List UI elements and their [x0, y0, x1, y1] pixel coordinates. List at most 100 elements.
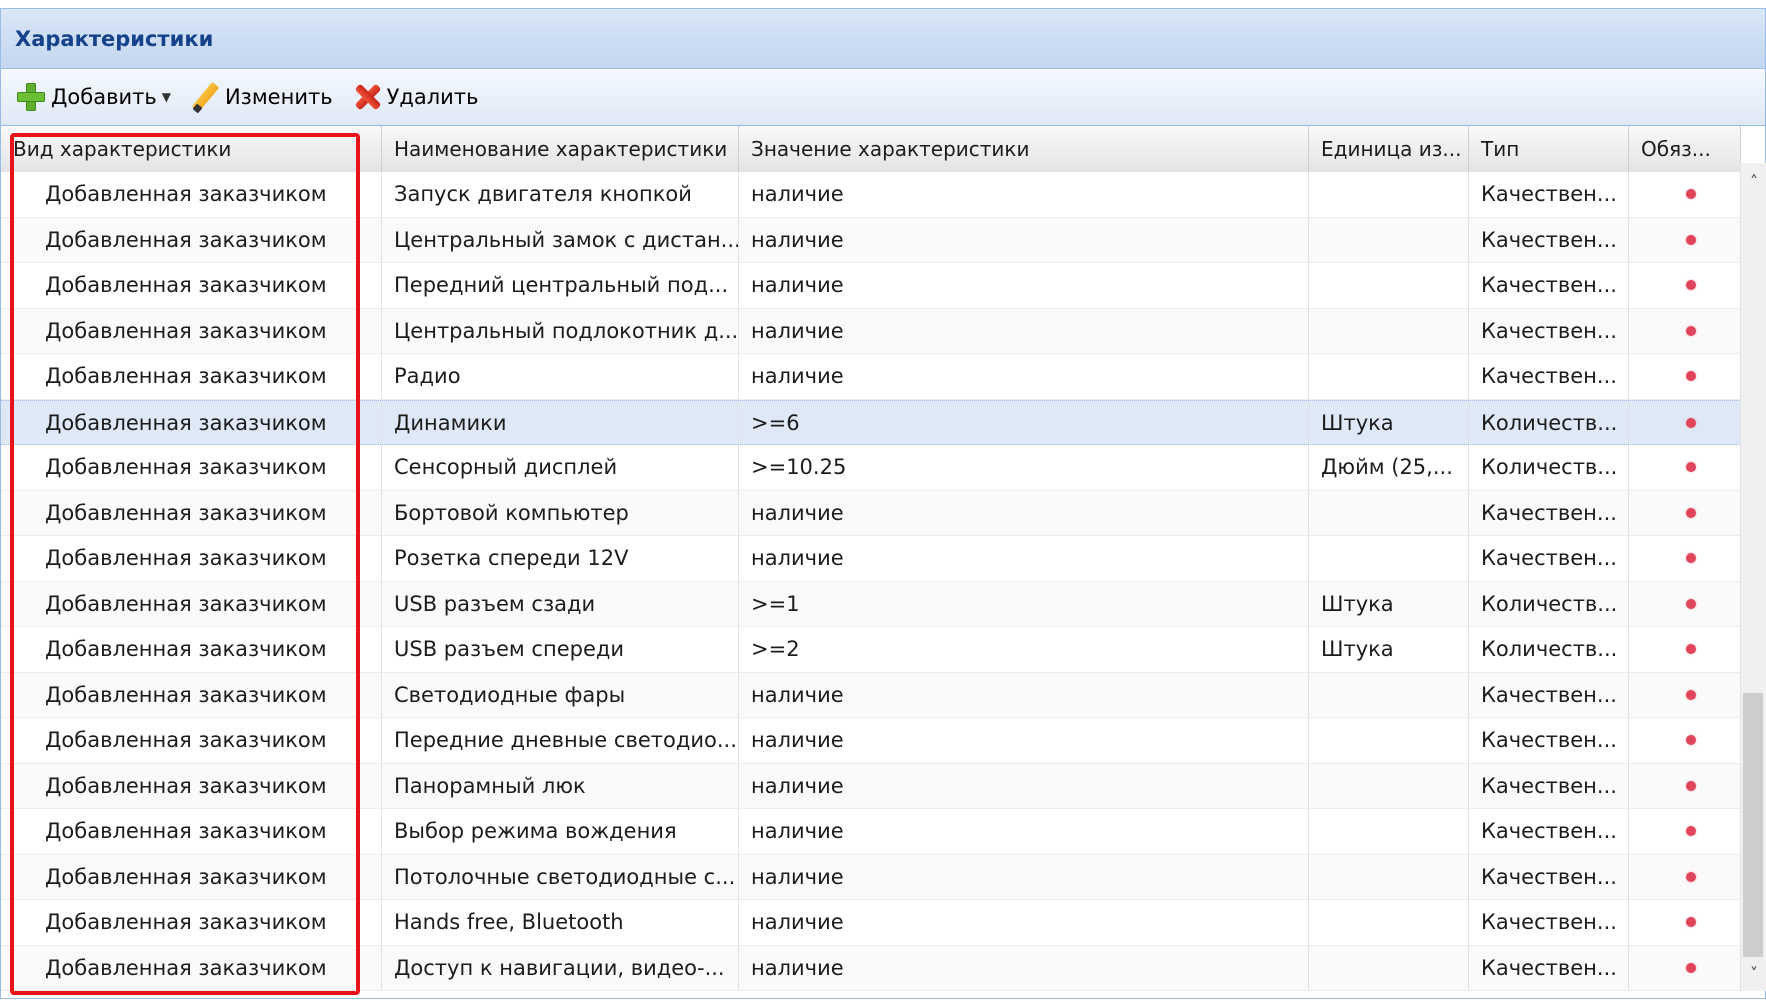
column-header-required[interactable]: Обяз...	[1629, 126, 1741, 172]
cell-value: наличие	[739, 900, 1309, 945]
cell-required	[1629, 536, 1741, 581]
required-dot-icon	[1685, 871, 1696, 882]
cell-unit	[1309, 672, 1469, 717]
cell-value: наличие	[739, 718, 1309, 763]
cell-type: Качествен...	[1469, 900, 1629, 945]
table-row[interactable]: Добавленная заказчиком Светодиодные фары н…	[1, 672, 1741, 718]
table-row[interactable]: Добавленная заказчиком USB разъем сзади >=…	[1, 581, 1741, 627]
cell-required	[1629, 854, 1741, 899]
cell-required	[1629, 627, 1741, 672]
table-row[interactable]: Добавленная заказчиком Радио наличие Качест…	[1, 354, 1741, 400]
pencil-icon	[189, 81, 221, 113]
column-header-unit[interactable]: Единица из...	[1309, 126, 1469, 172]
cell-type: Качествен...	[1469, 217, 1629, 262]
column-header-value[interactable]: Значение характеристики	[739, 126, 1309, 172]
cell-kind: Добавленная заказчиком	[1, 536, 382, 581]
table-row[interactable]: Добавленная заказчиком Сенсорный дисплей >…	[1, 445, 1741, 491]
cell-unit	[1309, 217, 1469, 262]
cell-kind: Добавленная заказчиком	[1, 308, 382, 353]
required-dot-icon	[1685, 644, 1696, 654]
table-row[interactable]: Добавленная заказчиком Выбор режима вожде…	[1, 809, 1741, 855]
cell-required	[1629, 672, 1741, 717]
cell-value: наличие	[739, 308, 1309, 353]
panel-title: Характеристики	[1, 9, 1765, 69]
column-header-type[interactable]: Тип	[1469, 126, 1629, 172]
cell-name: Панорамный люк	[382, 763, 739, 808]
cell-type: Качествен...	[1469, 354, 1629, 399]
cell-unit	[1309, 172, 1469, 217]
table-row[interactable]: Добавленная заказчиком Центральный замок …	[1, 217, 1741, 263]
cell-type: Качествен...	[1469, 172, 1629, 217]
cell-type: Качествен...	[1469, 945, 1629, 990]
cell-unit: Штука	[1309, 627, 1469, 672]
table-row[interactable]: Добавленная заказчиком Розетка спереди 12…	[1, 536, 1741, 582]
cell-required	[1629, 581, 1741, 626]
table-row[interactable]: Добавленная заказчиком Бортовой компьютер…	[1, 490, 1741, 536]
column-header-name[interactable]: Наименование характеристики	[382, 126, 739, 172]
grid-header: Вид характеристики Наименование характер…	[1, 126, 1741, 173]
cell-kind: Добавленная заказчиком	[1, 217, 382, 262]
cell-name: Центральный замок с дистан...	[382, 217, 739, 262]
table-row[interactable]: Добавленная заказчиком Передний центральн…	[1, 263, 1741, 309]
cell-unit: Штука	[1309, 581, 1469, 626]
cell-value: наличие	[739, 672, 1309, 717]
table-row[interactable]: Добавленная заказчиком Центральный подлок…	[1, 308, 1741, 354]
cell-name: Сенсорный дисплей	[382, 445, 739, 490]
vertical-scrollbar[interactable]: ˄ ˅	[1740, 163, 1766, 991]
table-row[interactable]: Добавленная заказчиком Hands free, Blueto…	[1, 900, 1741, 946]
grid-body: Добавленная заказчиком Запуск двигателя к…	[1, 172, 1741, 1000]
cell-name: Передний центральный под...	[382, 263, 739, 308]
cell-name: Доступ к навигации, видео-...	[382, 945, 739, 990]
scroll-thumb[interactable]	[1743, 693, 1763, 957]
cell-value: наличие	[739, 263, 1309, 308]
table-row[interactable]: Добавленная заказчиком Запуск двигателя к…	[1, 172, 1741, 218]
table-row[interactable]: Добавленная заказчиком Потолочные светоди…	[1, 854, 1741, 900]
cell-required	[1629, 354, 1741, 399]
cell-required	[1629, 490, 1741, 535]
cell-kind: Добавленная заказчиком	[1, 854, 382, 899]
table-row[interactable]: Добавленная заказчиком Передние дневные с…	[1, 718, 1741, 764]
cell-unit	[1309, 308, 1469, 353]
cell-required	[1629, 308, 1741, 353]
toolbar: Добавить ▼ Изменить Удалить	[1, 69, 1765, 126]
column-header-kind[interactable]: Вид характеристики	[1, 126, 382, 172]
required-dot-icon	[1685, 462, 1696, 472]
cell-value: наличие	[739, 854, 1309, 899]
cell-unit	[1309, 900, 1469, 945]
cell-name: Динамики	[382, 400, 739, 444]
cell-unit: Дюйм (25,...	[1309, 445, 1469, 490]
scroll-up-icon[interactable]: ˄	[1741, 169, 1766, 195]
table-row[interactable]: Добавленная заказчиком Панорамный люк нали…	[1, 763, 1741, 809]
cell-unit: Штука	[1309, 400, 1469, 444]
cell-value: наличие	[739, 809, 1309, 854]
cell-type: Качествен...	[1469, 490, 1629, 535]
required-dot-icon	[1685, 325, 1696, 336]
cell-type: Качествен...	[1469, 809, 1629, 854]
chevron-down-icon[interactable]: ▼	[162, 90, 171, 104]
cell-required	[1629, 263, 1741, 308]
add-button[interactable]: Добавить ▼	[15, 77, 179, 117]
cell-required	[1629, 217, 1741, 262]
cell-name: Бортовой компьютер	[382, 490, 739, 535]
cell-kind: Добавленная заказчиком	[1, 445, 382, 490]
table-row[interactable]: Добавленная заказчиком USB разъем спереди…	[1, 627, 1741, 673]
cell-kind: Добавленная заказчиком	[1, 900, 382, 945]
cell-unit	[1309, 854, 1469, 899]
delete-button[interactable]: Удалить	[351, 77, 487, 117]
cell-kind: Добавленная заказчиком	[1, 809, 382, 854]
edit-button[interactable]: Изменить	[189, 77, 341, 117]
cell-kind: Добавленная заказчиком	[1, 627, 382, 672]
cell-type: Качествен...	[1469, 718, 1629, 763]
required-dot-icon	[1685, 780, 1696, 791]
table-row[interactable]: Добавленная заказчиком Динамики >=6 Штука Ко…	[1, 399, 1741, 445]
cell-required	[1629, 400, 1741, 444]
cell-value: наличие	[739, 490, 1309, 535]
table-row[interactable]: Добавленная заказчиком Доступ к навигации…	[1, 945, 1741, 991]
cell-name: Розетка спереди 12V	[382, 536, 739, 581]
required-dot-icon	[1685, 371, 1696, 381]
cell-value: наличие	[739, 172, 1309, 217]
cell-value: >=6	[739, 400, 1309, 444]
scroll-down-icon[interactable]: ˅	[1741, 961, 1766, 987]
characteristics-grid: Вид характеристики Наименование характер…	[1, 126, 1765, 1000]
cell-kind: Добавленная заказчиком	[1, 354, 382, 399]
